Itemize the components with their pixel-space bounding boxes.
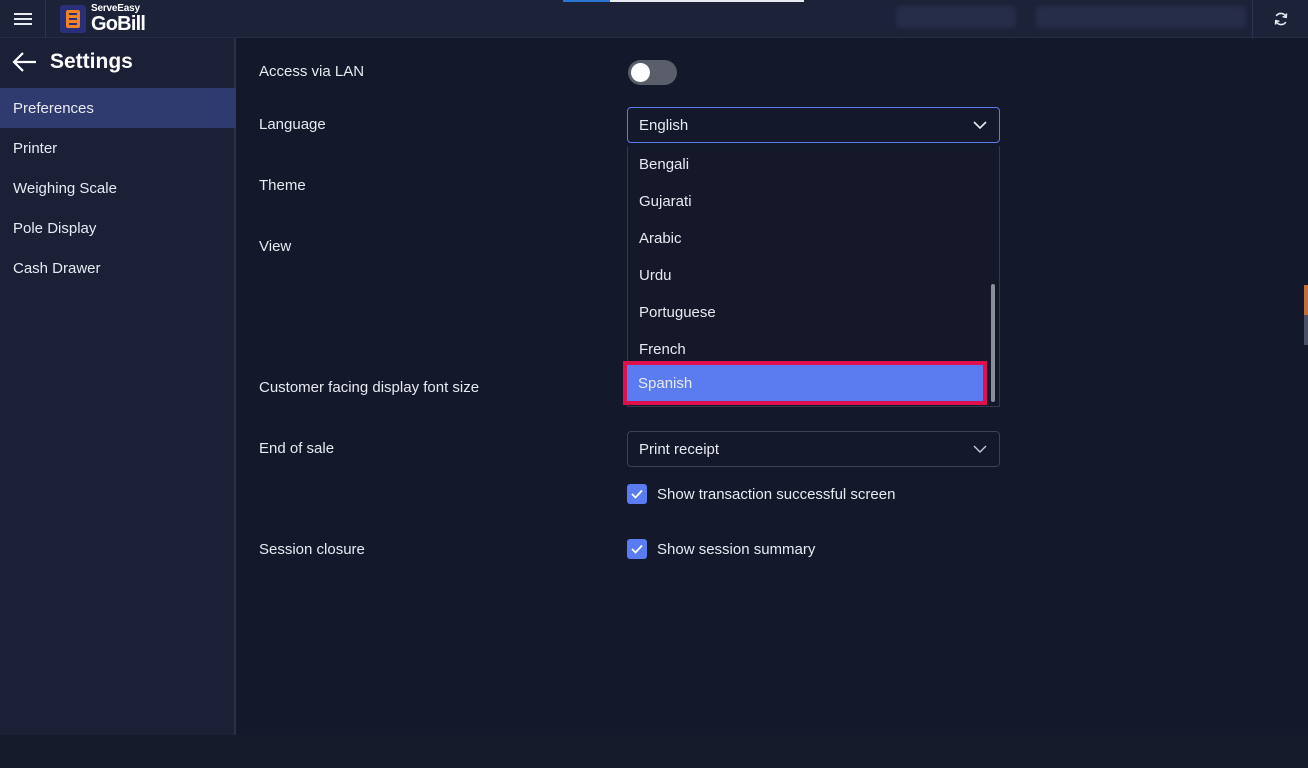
language-option-spanish[interactable]: Spanish bbox=[623, 361, 987, 405]
preferences-panel: Access via LAN Language English Theme Vi… bbox=[238, 38, 1308, 735]
refresh-icon bbox=[1274, 12, 1287, 26]
end-of-sale-select[interactable]: Print receipt bbox=[627, 431, 1000, 467]
blurred-info-2 bbox=[1036, 6, 1246, 28]
session-closure-label: Session closure bbox=[259, 541, 365, 558]
sidebar-item-weighing-scale[interactable]: Weighing Scale bbox=[0, 168, 236, 208]
chevron-down-icon bbox=[973, 445, 987, 453]
show-transaction-row: Show transaction successful screen bbox=[627, 484, 895, 504]
checkmark-icon bbox=[631, 544, 643, 554]
show-transaction-label: Show transaction successful screen bbox=[657, 485, 896, 503]
language-select-value: English bbox=[639, 116, 689, 134]
logo-big-text: GoBill bbox=[91, 13, 146, 35]
logo-icon bbox=[60, 5, 86, 33]
sidebar-item-cash-drawer[interactable]: Cash Drawer bbox=[0, 248, 236, 288]
settings-sidebar: Settings Preferences Printer Weighing Sc… bbox=[0, 38, 236, 735]
theme-label: Theme bbox=[259, 177, 306, 194]
show-session-summary-label: Show session summary bbox=[657, 540, 816, 558]
top-progress-bar bbox=[563, 0, 804, 2]
language-option-arabic[interactable]: Arabic bbox=[628, 220, 988, 257]
bottom-strip bbox=[0, 735, 1308, 768]
page-title: Settings bbox=[50, 50, 133, 73]
top-bar: ServeEasy GoBill bbox=[0, 0, 1308, 38]
toggle-knob bbox=[631, 63, 650, 82]
hamburger-icon bbox=[13, 10, 32, 28]
settings-nav: Preferences Printer Weighing Scale Pole … bbox=[0, 88, 236, 288]
show-transaction-checkbox[interactable] bbox=[627, 484, 647, 504]
language-option-bengali[interactable]: Bengali bbox=[628, 146, 988, 183]
language-option-portuguese[interactable]: Portuguese bbox=[628, 294, 988, 331]
language-label: Language bbox=[259, 116, 326, 133]
refresh-button[interactable] bbox=[1252, 0, 1308, 38]
sidebar-item-pole-display[interactable]: Pole Display bbox=[0, 208, 236, 248]
edge-indicator-secondary bbox=[1304, 315, 1308, 345]
customer-font-label: Customer facing display font size bbox=[259, 379, 480, 396]
show-session-summary-checkbox[interactable] bbox=[627, 539, 647, 559]
view-label: View bbox=[259, 238, 292, 255]
language-option-urdu[interactable]: Urdu bbox=[628, 257, 988, 294]
end-of-sale-value: Print receipt bbox=[639, 440, 720, 458]
checkmark-icon bbox=[631, 489, 643, 499]
language-option-french[interactable]: French bbox=[628, 331, 988, 368]
app-logo: ServeEasy GoBill bbox=[60, 3, 146, 35]
access-lan-label: Access via LAN bbox=[259, 63, 365, 80]
hamburger-menu-button[interactable] bbox=[0, 0, 46, 38]
back-arrow-icon[interactable] bbox=[12, 51, 38, 73]
blurred-info-1 bbox=[896, 6, 1016, 28]
chevron-down-icon bbox=[973, 121, 987, 130]
sidebar-item-preferences[interactable]: Preferences bbox=[0, 88, 236, 128]
dropdown-scrollbar[interactable] bbox=[991, 284, 995, 402]
access-lan-toggle[interactable] bbox=[628, 60, 677, 85]
show-session-summary-row: Show session summary bbox=[627, 539, 815, 559]
language-option-gujarati[interactable]: Gujarati bbox=[628, 183, 988, 220]
edge-indicator bbox=[1304, 285, 1308, 315]
end-of-sale-label: End of sale bbox=[259, 440, 335, 457]
sidebar-item-printer[interactable]: Printer bbox=[0, 128, 236, 168]
language-select[interactable]: English bbox=[627, 107, 1000, 143]
